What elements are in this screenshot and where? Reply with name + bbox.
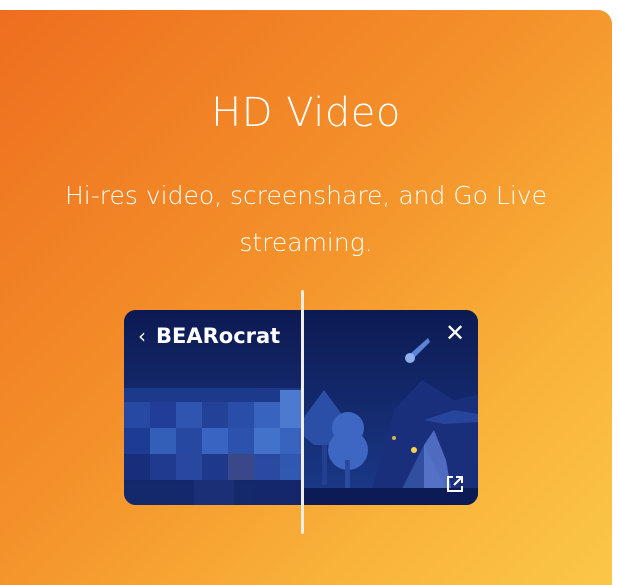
comparison-divider[interactable]	[301, 290, 304, 534]
feature-title: HD Video	[211, 90, 401, 136]
chevron-left-icon[interactable]: ‹	[138, 324, 146, 348]
close-icon[interactable]: ✕	[444, 321, 466, 345]
pixelated-area	[124, 388, 302, 505]
feature-subtitle: Hi-res video, screenshare, and Go Live s…	[65, 181, 547, 257]
stream-header: ‹ BEARocrat	[138, 324, 280, 348]
popout-icon[interactable]	[444, 473, 466, 495]
stream-name: BEARocrat	[156, 324, 281, 348]
